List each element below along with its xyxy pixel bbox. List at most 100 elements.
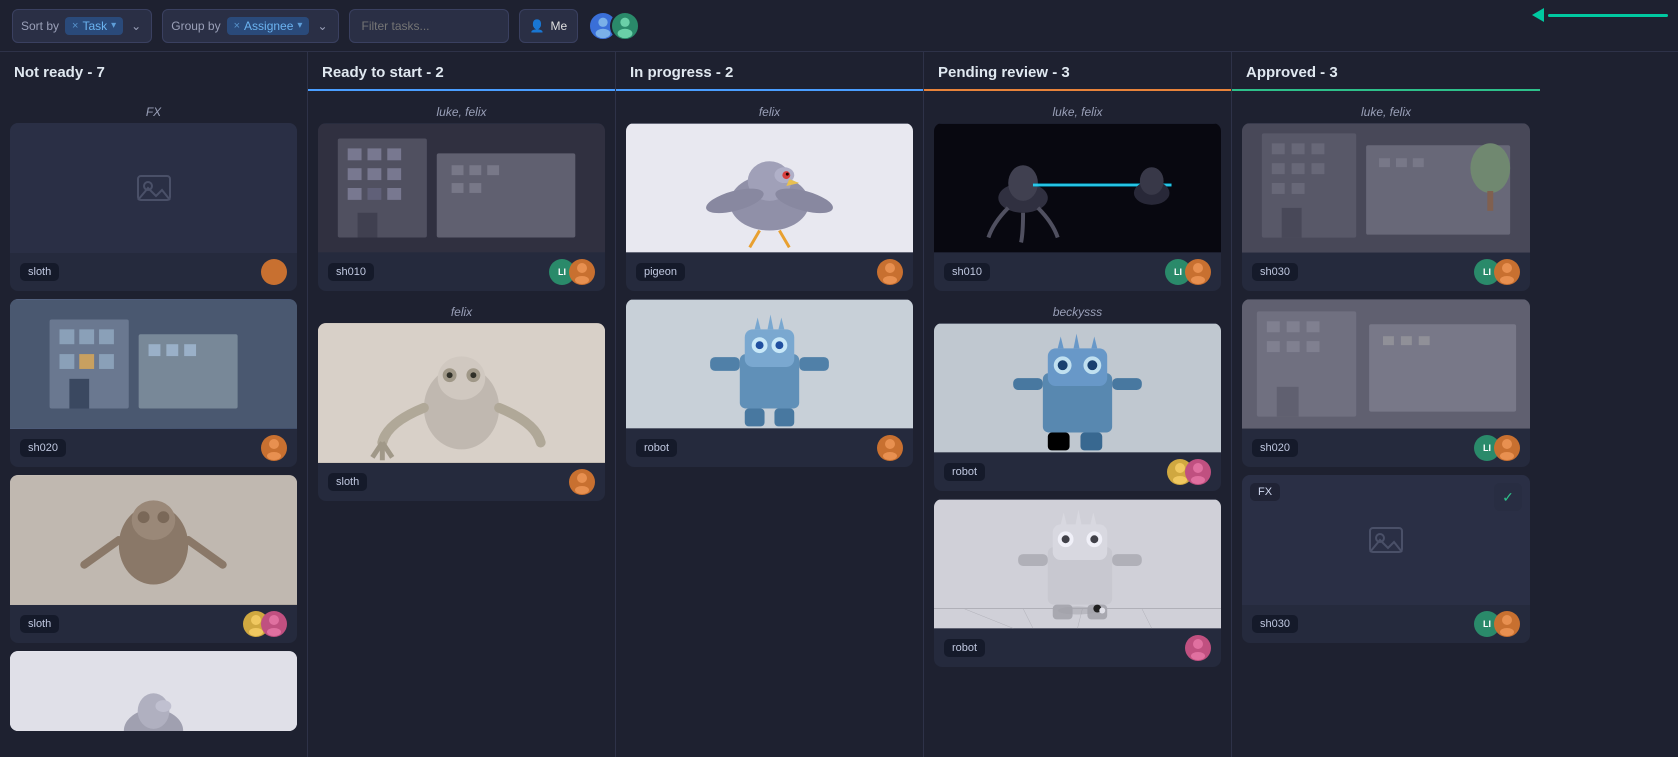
- toolbar: Sort by × Task ▾ ⌄ Group by × Assignee ▾…: [0, 0, 1678, 52]
- card-avatar-multi2: [261, 611, 287, 637]
- card-modeling-robot[interactable]: Modeling ▶: [626, 299, 913, 467]
- card-lookdev-robot[interactable]: Lookdev 👁: [934, 323, 1221, 491]
- card-name-robot: robot: [636, 439, 677, 457]
- group-label-fx: FX: [10, 99, 297, 123]
- card-image-fx-dark: FX 👁: [934, 123, 1221, 253]
- column-title-approved: Approved - 3: [1246, 64, 1338, 81]
- sort-tag[interactable]: × Task ▾: [65, 17, 123, 35]
- column-header-ready: Ready to start - 2: [308, 52, 615, 91]
- sort-tag-remove[interactable]: ×: [72, 20, 78, 32]
- me-button[interactable]: 👤 Me: [519, 9, 579, 43]
- card-footer-sloth3d: sloth: [318, 463, 605, 501]
- column-body-approved: luke, felix Animation ✓: [1232, 91, 1540, 757]
- card-name-lookdev-robot: robot: [944, 463, 985, 481]
- card-image-building-bw: Animation ⏱: [318, 123, 605, 253]
- filter-input[interactable]: [349, 9, 509, 43]
- column-body-not-ready: FX sloth Lighting ⊞: [0, 91, 307, 757]
- sort-label: Sort by: [21, 19, 59, 33]
- group-tag-remove[interactable]: ×: [234, 20, 240, 32]
- card-fx-sh010[interactable]: FX 👁: [934, 123, 1221, 291]
- card-avatar-render: [1185, 635, 1211, 661]
- card-avatar-stack-sh020: LI: [1474, 435, 1520, 461]
- card-footer-pigeon: pigeon: [626, 253, 913, 291]
- group-label-luke-felix: luke, felix: [318, 99, 605, 123]
- group-tag[interactable]: × Assignee ▾: [227, 17, 310, 35]
- card-avatar-multi4: [1185, 459, 1211, 485]
- card-name-sloth3d: sloth: [328, 473, 367, 491]
- card-animation-sh030[interactable]: Animation ✓: [1242, 123, 1530, 291]
- card-modeling-pigeon[interactable]: Modeling ▶: [626, 123, 913, 291]
- column-approved: Approved - 3 luke, felix Animation ✓: [1232, 52, 1540, 757]
- card-image-robot: Modeling ▶: [626, 299, 913, 429]
- card-avatar-sloth3d: [569, 469, 595, 495]
- card-modeling-sloth[interactable]: Modeling ⏱: [318, 323, 605, 501]
- card-footer-render: robot: [934, 629, 1221, 667]
- avatar-2[interactable]: [610, 11, 640, 41]
- group-group[interactable]: Group by × Assignee ▾ ⌄: [162, 9, 338, 43]
- card-lookdev-sloth[interactable]: Lookdev ⊞ sloth: [10, 475, 297, 643]
- column-pending-review: Pending review - 3 luke, felix FX 👁: [924, 52, 1232, 757]
- card-image-pigeon2: Modeling ▶: [626, 123, 913, 253]
- avatars-filter[interactable]: [588, 11, 640, 41]
- person-icon: 👤: [530, 19, 545, 33]
- card-fx-sh030[interactable]: FX ✓ sh030 LI: [1242, 475, 1530, 643]
- card-fx-sloth-placeholder[interactable]: sloth: [10, 123, 297, 291]
- card-name-sloth2: sloth: [20, 615, 59, 633]
- card-avatar-person2: [261, 435, 287, 461]
- card-image-sloth3d: Modeling ⏱: [318, 323, 605, 463]
- column-title-in-progress: In progress - 2: [630, 64, 733, 81]
- card-animation-sh010[interactable]: Animation ⏱: [318, 123, 605, 291]
- group-chevron[interactable]: ⌄: [315, 19, 329, 33]
- card-footer-sloth2: sloth: [10, 605, 297, 643]
- column-not-ready: Not ready - 7 FX sloth Lighting: [0, 52, 308, 757]
- column-title-not-ready: Not ready - 7: [14, 64, 105, 81]
- column-body-ready: luke, felix Animation ⏱: [308, 91, 615, 757]
- card-avatar-face5: [1494, 611, 1520, 637]
- card-avatar-pigeon: [877, 259, 903, 285]
- card-avatar-stack-fx2: LI: [1474, 611, 1520, 637]
- card-footer-sh030: sh030 LI: [1242, 253, 1530, 291]
- column-title-pending: Pending review - 3: [938, 64, 1070, 81]
- group-label-felix: felix: [318, 299, 605, 323]
- card-lookdev-pigeon[interactable]: Lookdev ⊞: [10, 651, 297, 731]
- column-header-in-progress: In progress - 2: [616, 52, 923, 91]
- card-avatar-face2: [1185, 259, 1211, 285]
- column-header-pending: Pending review - 3: [924, 52, 1231, 91]
- card-action-check3[interactable]: ✓: [1494, 483, 1522, 511]
- card-avatar-stack-sh010: LI: [549, 259, 595, 285]
- card-footer-sh020-approved: sh020 LI: [1242, 429, 1530, 467]
- arrow-head-icon: [1532, 8, 1544, 22]
- column-header-approved: Approved - 3: [1232, 52, 1540, 91]
- sort-chevron[interactable]: ⌄: [129, 19, 143, 33]
- board: Not ready - 7 FX sloth Lighting: [0, 52, 1678, 757]
- card-name-sh020: sh020: [20, 439, 66, 457]
- card-render-robot[interactable]: Render 👁: [934, 499, 1221, 667]
- card-image-placeholder: [10, 123, 297, 253]
- group-tag-arrow[interactable]: ▾: [297, 20, 302, 31]
- card-animation-sh020[interactable]: Animation ✓: [1242, 299, 1530, 467]
- card-lighting-sh020[interactable]: Lighting ⊞: [10, 299, 297, 467]
- card-avatar-stack-lookdev: [1167, 459, 1211, 485]
- card-image-fx-placeholder: FX ✓: [1242, 475, 1530, 605]
- card-image-building: Lighting ⊞: [10, 299, 297, 429]
- sort-tag-arrow[interactable]: ▾: [111, 20, 116, 31]
- card-footer: sloth: [10, 253, 297, 291]
- card-image-pigeon: Lookdev ⊞: [10, 651, 297, 731]
- card-avatar-face: [569, 259, 595, 285]
- card-name-sh010: sh010: [328, 263, 374, 281]
- card-tag-fx2: FX: [1250, 483, 1280, 501]
- me-label: Me: [550, 19, 567, 33]
- card-avatar-person: [261, 259, 287, 285]
- group-label-luke-felix3: luke, felix: [1242, 99, 1530, 123]
- group-label-beckysss: beckysss: [934, 299, 1221, 323]
- card-name-render: robot: [944, 639, 985, 657]
- arrow-line: [1548, 14, 1668, 17]
- card-footer-robot: robot: [626, 429, 913, 467]
- sort-group[interactable]: Sort by × Task ▾ ⌄: [12, 9, 152, 43]
- column-body-in-progress: felix Modeling ▶: [616, 91, 923, 757]
- card-footer-fx-sh010: sh010 LI: [934, 253, 1221, 291]
- column-title-ready: Ready to start - 2: [322, 64, 444, 81]
- card-image-animation-sh030: Animation ✓: [1242, 123, 1530, 253]
- arrow-annotation: [1532, 8, 1668, 22]
- column-ready-to-start: Ready to start - 2 luke, felix Animation…: [308, 52, 616, 757]
